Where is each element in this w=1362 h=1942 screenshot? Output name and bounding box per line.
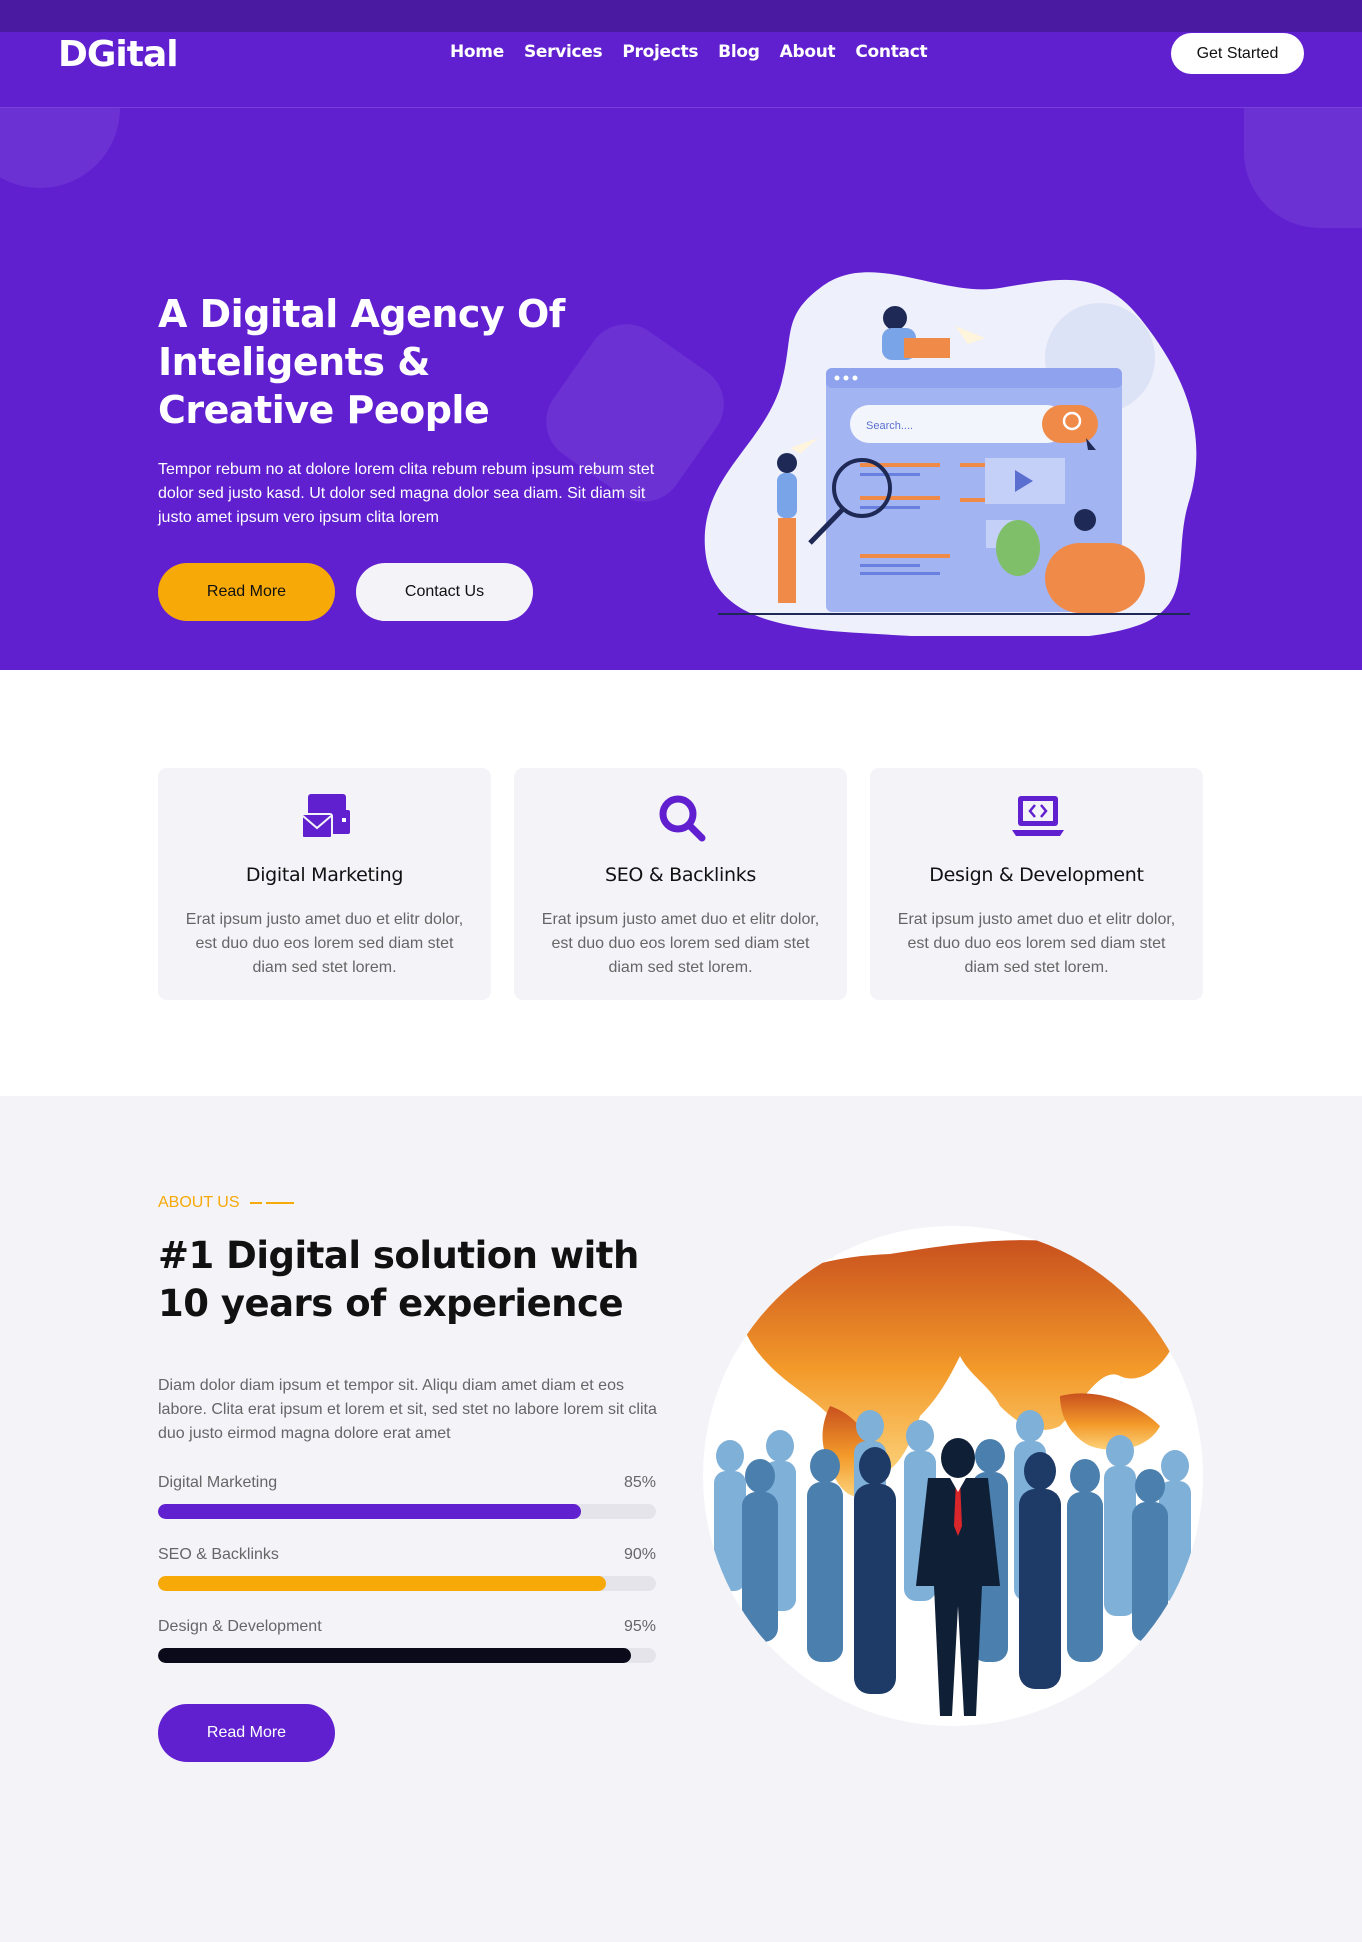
nav-about[interactable]: About: [780, 42, 836, 62]
contact-us-button[interactable]: Contact Us: [356, 563, 533, 621]
section-eyebrow: ABOUT US: [158, 1194, 294, 1212]
skill-label: Digital Marketing: [158, 1474, 278, 1491]
skill-label: Design & Development: [158, 1618, 322, 1635]
skill-bar-design-development: Design & Development 95%: [158, 1618, 656, 1663]
progress-track: [158, 1648, 656, 1663]
nav-projects[interactable]: Projects: [622, 42, 698, 62]
plant: [996, 520, 1040, 576]
top-strip: [0, 0, 1362, 32]
world-people-illustration: [703, 1226, 1203, 1726]
search-icon: [659, 795, 706, 842]
progress-track: [158, 1504, 656, 1519]
person-sitting-top: [883, 306, 907, 330]
skill-bar-digital-marketing: Digital Marketing 85%: [158, 1474, 656, 1519]
decor-blob: [1244, 108, 1362, 228]
progress-fill: [158, 1576, 607, 1591]
beanbag: [1045, 543, 1145, 613]
service-text: Erat ipsum justo amet duo et elitr dolor…: [185, 911, 464, 976]
service-card-seo[interactable]: SEO & Backlinks Erat ipsum justo amet du…: [514, 768, 847, 1000]
hero-illustration: Search....: [704, 272, 1197, 640]
service-text: Erat ipsum justo amet duo et elitr dolor…: [897, 911, 1176, 976]
about-read-more-button[interactable]: Read More: [158, 1704, 335, 1762]
nav-contact[interactable]: Contact: [855, 42, 927, 62]
nav-home[interactable]: Home: [450, 42, 504, 62]
about-title: #1 Digital solution with 10 years of exp…: [158, 1234, 639, 1325]
progress-fill: [158, 1504, 582, 1519]
about-text: Diam dolor diam ipsum et tempor sit. Ali…: [158, 1377, 657, 1442]
skill-value: 95%: [623, 1618, 656, 1635]
main-nav: Home Services Projects Blog About Contac…: [450, 42, 928, 62]
hero-wave: [0, 636, 1362, 664]
service-title: Design & Development: [929, 864, 1144, 886]
skill-value: 90%: [623, 1546, 656, 1563]
mail-icon: [301, 794, 350, 839]
nav-blog[interactable]: Blog: [718, 42, 760, 62]
skill-label: SEO & Backlinks: [158, 1546, 279, 1563]
service-text: Erat ipsum justo amet duo et elitr dolor…: [541, 911, 820, 976]
services-section: Digital Marketing Erat ipsum justo amet …: [0, 686, 1362, 1096]
about-section: ABOUT US #1 Digital solution with 10 yea…: [0, 1096, 1362, 1942]
hero-title: A Digital Agency Of Inteligents & Creati…: [158, 292, 565, 432]
get-started-button[interactable]: Get Started: [1171, 33, 1304, 74]
decor-blob: [0, 108, 120, 188]
logo[interactable]: DGital: [58, 34, 179, 75]
search-placeholder: Search....: [866, 420, 913, 432]
service-title: Digital Marketing: [245, 864, 404, 886]
nav-services[interactable]: Services: [524, 42, 603, 62]
skill-bar-seo: SEO & Backlinks 90%: [158, 1546, 656, 1591]
laptop-code-icon: [1012, 796, 1064, 836]
search-button: [1042, 405, 1098, 443]
eyebrow-label: ABOUT US: [158, 1194, 240, 1211]
service-title: SEO & Backlinks: [604, 864, 757, 886]
progress-fill: [158, 1648, 632, 1663]
hero-section: A Digital Agency Of Inteligents & Creati…: [0, 108, 1362, 670]
service-card-digital-marketing[interactable]: Digital Marketing Erat ipsum justo amet …: [158, 768, 491, 1000]
skill-value: 85%: [623, 1474, 656, 1491]
read-more-button[interactable]: Read More: [158, 563, 335, 621]
service-card-design-development[interactable]: Design & Development Erat ipsum justo am…: [870, 768, 1203, 1000]
navbar: DGital Home Services Projects Blog About…: [0, 32, 1362, 108]
eyebrow-decoration: [249, 1202, 294, 1204]
person-standing: [777, 473, 797, 518]
progress-track: [158, 1576, 656, 1591]
browser-bar: [826, 368, 1122, 388]
hero-text: Tempor rebum no at dolore lorem clita re…: [158, 461, 655, 526]
